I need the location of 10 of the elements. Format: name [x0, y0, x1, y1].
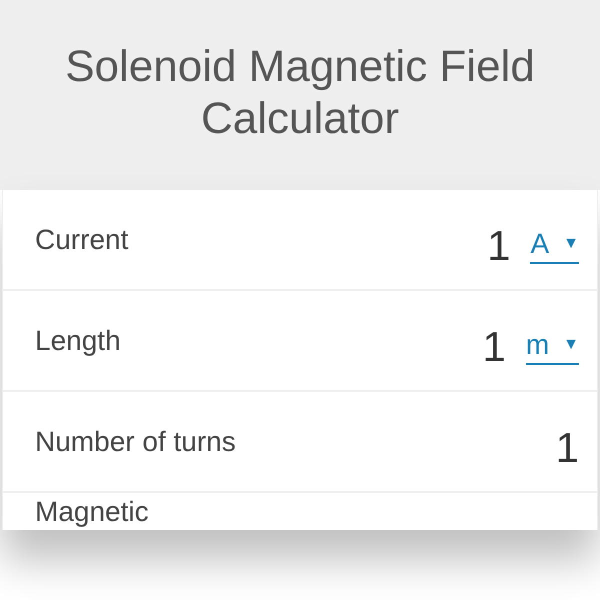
calculator-title: Solenoid Magnetic Field Calculator — [64, 41, 536, 145]
field-label: Length — [35, 324, 121, 356]
unit-dropdown[interactable]: m ▼ — [526, 328, 579, 364]
field-label: Number of turns — [35, 426, 236, 458]
field-value[interactable]: 1 — [487, 222, 510, 270]
field-value[interactable]: 1 — [556, 424, 579, 472]
field-label: Current — [35, 224, 128, 256]
field-label: Magnetic — [35, 496, 149, 528]
unit-dropdown[interactable]: A ▼ — [530, 228, 579, 264]
field-value[interactable]: 1 — [482, 322, 506, 370]
